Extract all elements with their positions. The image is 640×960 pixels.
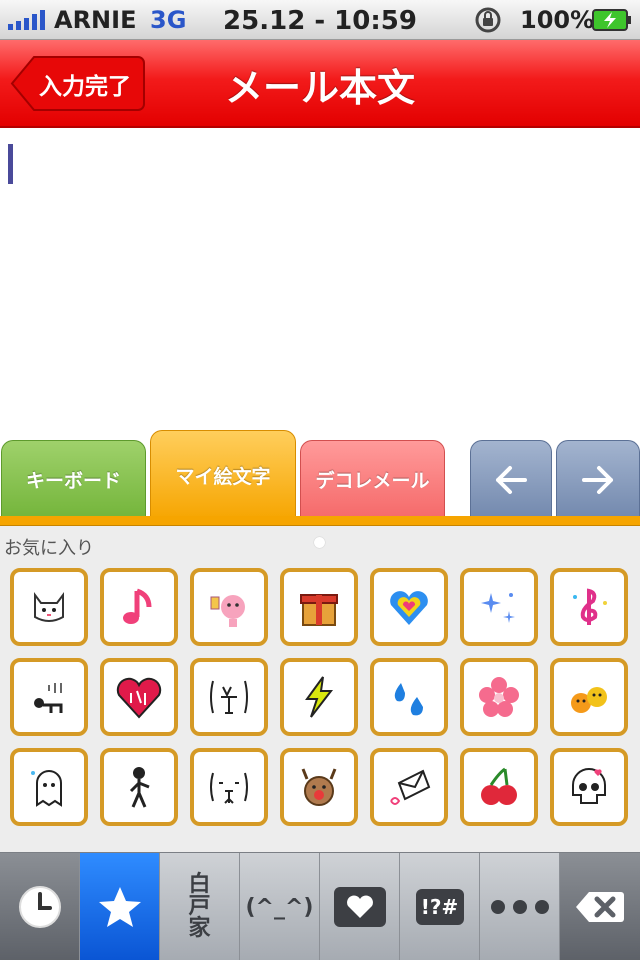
mail-body-input[interactable] bbox=[0, 130, 640, 440]
emoji-cell[interactable] bbox=[190, 658, 268, 736]
more-button[interactable] bbox=[480, 853, 560, 960]
orange-faces-icon bbox=[571, 687, 607, 713]
water-drops-icon bbox=[394, 683, 423, 716]
sparkles-icon bbox=[481, 593, 515, 623]
tab-underline bbox=[0, 516, 640, 526]
music-note-icon bbox=[123, 588, 152, 624]
gift-box-icon bbox=[300, 594, 338, 626]
text-caret bbox=[8, 144, 13, 184]
emoji-cell[interactable] bbox=[280, 658, 358, 736]
emoji-cell[interactable] bbox=[550, 658, 628, 736]
more-icon bbox=[490, 900, 549, 914]
emoji-cell[interactable] bbox=[460, 748, 538, 826]
delete-button[interactable] bbox=[560, 853, 640, 960]
kaomoji-sad-icon bbox=[210, 772, 248, 804]
reindeer-face-icon bbox=[301, 768, 337, 806]
status-bar: ARNIE 3G 25.12 - 10:59 100% bbox=[0, 0, 640, 40]
prev-page-button[interactable] bbox=[470, 440, 552, 518]
palette-label: お気に入り bbox=[4, 538, 94, 559]
emoji-cell[interactable] bbox=[100, 568, 178, 646]
home-label-char-1: 白 bbox=[188, 872, 211, 897]
kaomoji-button[interactable]: (^_^) bbox=[240, 853, 320, 960]
pink-pig-toast-icon bbox=[210, 595, 245, 627]
home-category-button[interactable]: 白 戸 家 bbox=[160, 853, 240, 960]
emoji-cell[interactable] bbox=[370, 568, 448, 646]
favorites-button[interactable] bbox=[80, 853, 160, 960]
next-page-button[interactable] bbox=[556, 440, 640, 518]
emoji-cell[interactable] bbox=[550, 568, 628, 646]
kaomoji-label: (^_^) bbox=[245, 894, 314, 920]
stick-figure-icon bbox=[129, 767, 150, 808]
input-toolbar: 白 戸 家 (^_^) !?# bbox=[0, 852, 640, 960]
symbol-key: !?# bbox=[415, 889, 464, 925]
page-title: メール本文 bbox=[224, 66, 415, 110]
tab-deco-mail[interactable]: デコレメール bbox=[300, 440, 445, 518]
kaomoji-panic-icon bbox=[210, 680, 248, 714]
skull-heart-icon bbox=[572, 768, 606, 804]
emoji-cell[interactable] bbox=[280, 748, 358, 826]
ghost-icon bbox=[31, 770, 62, 807]
emoji-cell[interactable] bbox=[190, 748, 268, 826]
emoji-cell[interactable] bbox=[460, 568, 538, 646]
emoji-cell[interactable] bbox=[190, 568, 268, 646]
emoji-cell[interactable] bbox=[280, 568, 358, 646]
rotation-lock-icon bbox=[475, 7, 501, 33]
right-arrow-icon bbox=[582, 465, 613, 494]
delete-icon bbox=[576, 892, 624, 922]
emoji-cell[interactable] bbox=[100, 748, 178, 826]
emoji-cell[interactable] bbox=[370, 658, 448, 736]
emoji-cell[interactable] bbox=[550, 748, 628, 826]
left-arrow-icon bbox=[496, 465, 527, 494]
cherries-icon bbox=[481, 767, 517, 805]
battery-charging-icon bbox=[592, 9, 631, 31]
nav-bar: 入力完了 メール本文 bbox=[0, 40, 640, 128]
love-letter-icon bbox=[390, 769, 431, 805]
orikare-heart-icon bbox=[116, 677, 162, 719]
lightning-bolt-icon bbox=[305, 676, 334, 718]
emoji-cell[interactable] bbox=[460, 658, 538, 736]
emoji-cell[interactable] bbox=[100, 658, 178, 736]
star-icon bbox=[98, 887, 141, 927]
depressed-person-icon bbox=[34, 683, 63, 713]
heart-key-icon bbox=[333, 887, 386, 927]
battery-percent: 100% bbox=[520, 6, 595, 34]
home-label-char-3: 家 bbox=[188, 916, 211, 941]
rainbow-heart-icon bbox=[390, 591, 428, 625]
emoji-cell[interactable] bbox=[10, 748, 88, 826]
symbol-button[interactable]: !?# bbox=[400, 853, 480, 960]
clock-icon bbox=[18, 886, 61, 928]
history-button[interactable] bbox=[0, 853, 80, 960]
cat-face-icon bbox=[34, 592, 64, 622]
emoji-palette: お気に入り bbox=[0, 526, 640, 852]
pink-flower-icon bbox=[479, 677, 519, 717]
treble-clef-icon bbox=[573, 588, 607, 625]
tab-keyboard[interactable]: キーボード bbox=[1, 440, 146, 518]
emoji-cell[interactable] bbox=[10, 658, 88, 736]
heart-category-button[interactable] bbox=[320, 853, 400, 960]
emoji-cell[interactable] bbox=[10, 568, 88, 646]
tab-my-emoji[interactable]: マイ絵文字 bbox=[150, 430, 296, 520]
page-indicator-dot bbox=[314, 537, 325, 548]
home-label-char-2: 戸 bbox=[188, 894, 211, 919]
emoji-cell[interactable] bbox=[370, 748, 448, 826]
